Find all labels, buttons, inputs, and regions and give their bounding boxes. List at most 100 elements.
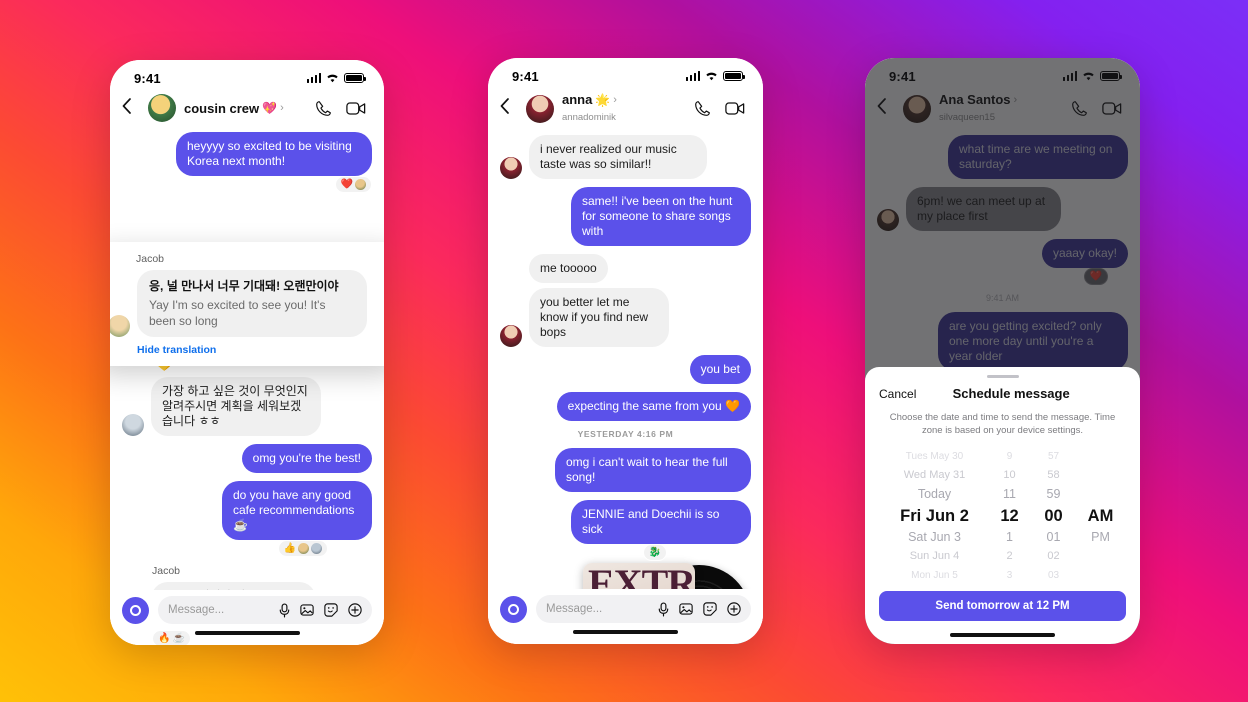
picker-spacer: · xyxy=(1099,466,1103,485)
picker-option[interactable]: 2 xyxy=(1006,547,1012,566)
picker-option-selected[interactable]: 12 xyxy=(1000,504,1018,528)
reaction-pill[interactable]: 👍 xyxy=(277,540,328,557)
message-bubble-outgoing[interactable]: same!! i've been on the hunt for someone… xyxy=(571,187,751,246)
phone-icon[interactable] xyxy=(315,100,332,117)
avatar-spacer xyxy=(500,261,522,283)
chat-title[interactable]: anna 🌟 › annadominik xyxy=(562,92,686,125)
reaction-emoji: 🐉 xyxy=(648,547,661,558)
reaction-emoji: ☕ xyxy=(172,633,185,644)
picker-option[interactable]: 57 xyxy=(1048,447,1059,466)
camera-icon[interactable] xyxy=(500,595,527,623)
chevron-right-icon: › xyxy=(280,102,284,114)
home-indicator xyxy=(950,633,1055,637)
sheet-title: Schedule message xyxy=(952,386,1070,401)
sticker-icon[interactable] xyxy=(703,602,717,616)
picker-option[interactable]: Mon Jun 5 xyxy=(911,566,958,585)
send-scheduled-button[interactable]: Send tomorrow at 12 PM xyxy=(879,591,1126,621)
plus-icon[interactable] xyxy=(348,603,362,617)
picker-column-date[interactable]: Tues May 30 Wed May 31 Today Fri Jun 2 S… xyxy=(881,447,989,585)
message-row: you bet xyxy=(500,355,751,384)
picker-option-selected[interactable]: 00 xyxy=(1044,504,1062,528)
picker-spacer: · xyxy=(1099,485,1103,504)
picker-option[interactable]: 10 xyxy=(1003,466,1015,485)
back-chevron-icon[interactable] xyxy=(122,97,140,119)
picker-option[interactable]: Sat Jun 3 xyxy=(908,528,961,547)
home-indicator xyxy=(573,630,678,634)
message-bubble-outgoing[interactable]: JENNIE and Doechii is so sick xyxy=(571,500,751,544)
message-row: omg you're the best! xyxy=(122,444,372,473)
phone-3-screen: 9:41 Ana Santos › silvaqueen15 xyxy=(865,58,1140,644)
picker-option[interactable]: PM xyxy=(1091,528,1110,547)
picker-column-minute[interactable]: 57 58 59 00 01 02 03 xyxy=(1031,447,1077,585)
message-bubble-incoming[interactable]: i never realized our music taste was so … xyxy=(529,135,707,179)
reaction-avatar xyxy=(311,543,322,554)
picker-option[interactable]: 01 xyxy=(1047,528,1061,547)
picker-option[interactable]: 58 xyxy=(1047,466,1059,485)
message-row: JENNIE and Doechii is so sick 🐉 xyxy=(500,500,751,561)
picker-option[interactable]: 02 xyxy=(1047,547,1059,566)
avatar[interactable] xyxy=(148,94,176,122)
datetime-picker[interactable]: Tues May 30 Wed May 31 Today Fri Jun 2 S… xyxy=(865,441,1140,581)
message-bubble-outgoing[interactable]: heyyyy so excited to be visiting Korea n… xyxy=(176,132,372,176)
message-bubble-outgoing[interactable]: omg you're the best! xyxy=(241,444,372,473)
chat-title[interactable]: cousin crew 💖 › xyxy=(184,101,307,116)
avatar[interactable] xyxy=(500,325,522,347)
photo-icon[interactable] xyxy=(300,603,314,617)
message-bubble-incoming[interactable]: me tooooo xyxy=(529,254,608,283)
reaction-pill[interactable]: 🐉 xyxy=(642,544,667,561)
picker-option[interactable]: Sun Jun 4 xyxy=(910,547,960,566)
back-chevron-icon[interactable] xyxy=(500,98,518,119)
video-icon[interactable] xyxy=(725,101,745,116)
reaction-pill[interactable]: ❤️ xyxy=(334,176,372,193)
wifi-icon xyxy=(705,71,718,81)
phone-icon[interactable] xyxy=(694,100,711,117)
photo-icon[interactable] xyxy=(679,602,693,616)
message-bubble-outgoing[interactable]: omg i can't wait to hear the full song! xyxy=(555,448,751,492)
chat-handle: annadominik xyxy=(562,112,616,123)
picker-option[interactable]: 11 xyxy=(1003,485,1016,504)
picker-option-selected[interactable]: Fri Jun 2 xyxy=(900,504,969,528)
picker-option[interactable]: Tues May 30 xyxy=(906,447,963,466)
picker-option[interactable]: 1 xyxy=(1006,528,1013,547)
message-input[interactable]: Message... xyxy=(536,595,751,623)
sheet-grabber[interactable] xyxy=(986,374,1019,378)
picker-column-ampm[interactable]: · · · AM PM · · xyxy=(1077,447,1125,585)
picker-option[interactable]: 59 xyxy=(1047,485,1061,504)
picker-option[interactable]: 3 xyxy=(1007,566,1013,585)
phone-1-cousin-crew: 9:41 cousin crew 💖 › heyyyy so excited t… xyxy=(110,60,384,645)
mic-icon[interactable] xyxy=(658,601,669,617)
mic-icon[interactable] xyxy=(279,602,290,618)
reaction-pill[interactable]: 🔥 ☕ xyxy=(152,630,191,645)
chat-header: cousin crew 💖 › xyxy=(110,90,384,130)
chat-name: cousin crew xyxy=(184,100,260,116)
picker-option[interactable]: Wed May 31 xyxy=(904,466,966,485)
picker-option-selected[interactable]: AM xyxy=(1088,504,1114,528)
message-bubble-outgoing[interactable]: do you have any good cafe recommendation… xyxy=(222,481,372,540)
translation-card[interactable]: Jacob 응, 널 만나서 너무 기대돼! 오랜만이야 Yay I'm so … xyxy=(110,242,384,366)
sticker-icon[interactable] xyxy=(324,603,338,617)
message-input[interactable]: Message... xyxy=(158,596,372,624)
message-bubble-outgoing[interactable]: expecting the same from you 🧡 xyxy=(556,392,751,421)
avatar[interactable] xyxy=(110,315,130,337)
picker-option[interactable]: 03 xyxy=(1048,566,1059,585)
picker-spacer: · xyxy=(1099,547,1103,566)
avatar[interactable] xyxy=(500,157,522,179)
video-icon[interactable] xyxy=(346,101,366,116)
header-actions xyxy=(694,100,747,117)
message-bubble-outgoing[interactable]: you bet xyxy=(689,355,751,384)
wifi-icon xyxy=(326,73,339,83)
avatar[interactable] xyxy=(122,414,144,436)
hide-translation-link[interactable]: Hide translation xyxy=(137,344,384,356)
chat-name-emoji: 🌟 xyxy=(595,92,611,107)
message-bubble-incoming[interactable]: 가장 하고 싶은 것이 무엇인지 알려주시면 계획을 세워보겠습니다 ㅎㅎ xyxy=(151,377,321,436)
plus-icon[interactable] xyxy=(727,602,741,616)
message-bubble-incoming[interactable]: you better let me know if you find new b… xyxy=(529,288,669,347)
picker-option[interactable]: Today xyxy=(918,485,951,504)
picker-option[interactable]: 9 xyxy=(1007,447,1013,466)
reaction-emoji: ❤️ xyxy=(340,179,353,190)
picker-column-hour[interactable]: 9 10 11 12 1 2 3 xyxy=(989,447,1031,585)
camera-icon[interactable] xyxy=(122,596,149,624)
message-composer: Message... xyxy=(488,589,763,644)
avatar[interactable] xyxy=(526,94,554,123)
translation-source-text: 응, 널 만나서 너무 기대돼! 오랜만이야 xyxy=(149,279,339,293)
